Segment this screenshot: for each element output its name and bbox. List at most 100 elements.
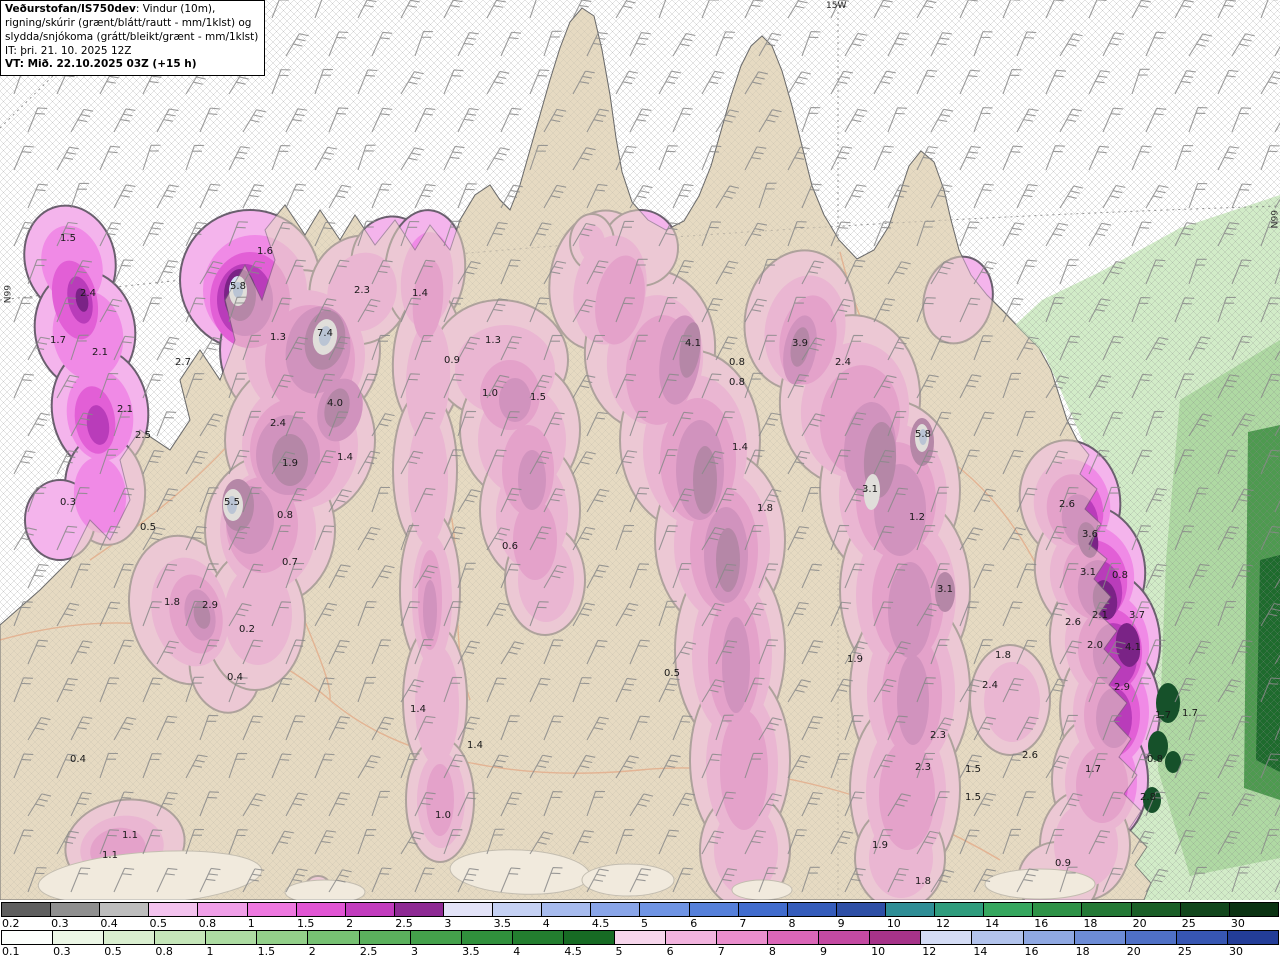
scale-tick-label: 0.3 [53, 945, 71, 958]
svg-text:1.8: 1.8 [164, 597, 180, 608]
scale-segment [197, 903, 247, 916]
scale-segment [1226, 931, 1278, 944]
svg-text:2.0: 2.0 [1087, 640, 1103, 651]
svg-text:3.6: 3.6 [1082, 529, 1098, 540]
scale-segment [1175, 931, 1227, 944]
svg-text:1.1: 1.1 [102, 850, 118, 861]
svg-text:1.3: 1.3 [485, 335, 501, 346]
svg-text:5.8: 5.8 [230, 281, 246, 292]
svg-text:0.8: 0.8 [277, 510, 293, 521]
svg-text:0.8: 0.8 [729, 377, 745, 388]
svg-text:1.4: 1.4 [410, 704, 426, 715]
legend-line-2: rigning/skúrir (grænt/blátt/rautt - mm/1… [5, 16, 252, 29]
legend-init-time: IT: þri. 21. 10. 2025 12Z [5, 44, 132, 57]
scale-segment [492, 903, 542, 916]
scale-segment [639, 903, 689, 916]
product-subtitle: : Vindur (10m), [135, 3, 216, 15]
scale-tick-label: 1.5 [257, 945, 276, 958]
scale-tick-label: 0.4 [100, 917, 118, 930]
scale-tick-label: 0.8 [198, 917, 217, 930]
sleet-colorbar: 0.1 0.3 0.5 0.8 1 1.5 2 2.5 3 3.5 4 4.5 5 6 7 8 9 10 12 14 1… [0, 930, 1280, 958]
svg-text:2.6: 2.6 [1059, 499, 1075, 510]
rain-colorbar-bar [1, 902, 1279, 917]
svg-text:3.1: 3.1 [1080, 567, 1096, 578]
scale-segment [2, 903, 51, 916]
scale-segment [103, 931, 155, 944]
scale-segment [344, 903, 394, 916]
scale-tick-label: 10 [886, 917, 901, 930]
scale-segment [818, 931, 870, 944]
legend-line-3: slydda/snjókoma (grátt/bleikt/grænt - mm… [5, 30, 259, 43]
scale-segment [983, 903, 1033, 916]
svg-text:0.5: 0.5 [664, 668, 680, 679]
svg-text:2.6: 2.6 [1022, 750, 1038, 761]
svg-text:2.5: 2.5 [135, 430, 151, 441]
svg-text:1.4: 1.4 [412, 288, 428, 299]
forecast-map: 1.5 1.6 5.8 2.3 1.4 2.4 1.7 2.1 1.3 7.4 1.3 0.9 2.7 4… [0, 0, 1280, 900]
sleet-colorbar-bar [1, 930, 1279, 945]
svg-text:4.1: 4.1 [685, 338, 701, 349]
svg-text:0.6: 0.6 [502, 541, 518, 552]
scale-tick-label: 14 [985, 917, 1000, 930]
scale-segment [767, 931, 819, 944]
svg-text:1.7: 1.7 [1155, 710, 1171, 721]
scale-tick-label: 9 [837, 917, 845, 930]
scale-segment [99, 903, 149, 916]
scale-tick-label: 7 [739, 917, 747, 930]
svg-text:2.3: 2.3 [354, 285, 370, 296]
weather-forecast-screenshot: 1.5 1.6 5.8 2.3 1.4 2.4 1.7 2.1 1.3 7.4 1.3 0.9 2.7 4… [0, 0, 1280, 958]
scale-tick-label: 2.5 [359, 945, 378, 958]
svg-text:2.3: 2.3 [930, 730, 946, 741]
scale-segment [256, 931, 308, 944]
scale-segment [541, 903, 591, 916]
scale-tick-label: 5 [615, 945, 623, 958]
scale-segment [1081, 903, 1131, 916]
scale-tick-label: 18 [1075, 945, 1090, 958]
scale-tick-label: 3.5 [493, 917, 512, 930]
scale-segment [50, 903, 100, 916]
svg-text:1.3: 1.3 [270, 332, 286, 343]
svg-text:4.1: 4.1 [1125, 642, 1141, 653]
scale-segment [869, 931, 921, 944]
scale-segment [295, 903, 345, 916]
legend-valid-time: VT: Mið. 22.10.2025 03Z (+15 h) [5, 58, 197, 71]
svg-text:0.7: 0.7 [282, 557, 298, 568]
svg-text:2.1: 2.1 [1092, 610, 1108, 621]
scale-tick-label: 1 [247, 917, 255, 930]
product-name: Veðurstofan/IS750dev [5, 3, 136, 15]
svg-text:1.4: 1.4 [467, 740, 483, 751]
svg-text:1.9: 1.9 [282, 458, 298, 469]
svg-text:1.9: 1.9 [847, 654, 863, 665]
svg-text:4.0: 4.0 [327, 398, 343, 409]
scale-segment [786, 903, 836, 916]
svg-text:1.5: 1.5 [530, 392, 546, 403]
scale-segment [737, 903, 787, 916]
scale-segment [307, 931, 359, 944]
scale-tick-label: 25 [1177, 945, 1192, 958]
meridian-label-15w: 15W [826, 1, 847, 11]
scale-segment [460, 931, 512, 944]
scale-tick-label: 7 [717, 945, 725, 958]
rain-colorbar: 0.2 0.3 0.4 0.5 0.8 1 1.5 2 2.5 3 3.5 4 4.5 5 6 7 8 9 10 12… [0, 902, 1280, 930]
svg-text:1.4: 1.4 [732, 442, 748, 453]
scale-segment [716, 931, 768, 944]
svg-text:1.8: 1.8 [995, 650, 1011, 661]
scale-tick-label: 30 [1229, 945, 1243, 958]
svg-text:1.5: 1.5 [60, 233, 76, 244]
scale-tick-label: 12 [922, 945, 937, 958]
scale-tick-label: 0.5 [104, 945, 122, 958]
svg-text:0.3: 0.3 [60, 497, 76, 508]
svg-text:3.9: 3.9 [792, 338, 808, 349]
svg-text:1.9: 1.9 [872, 840, 888, 851]
scale-tick-label: 2 [308, 945, 316, 958]
svg-text:5.5: 5.5 [224, 497, 240, 508]
svg-text:5.8: 5.8 [915, 429, 931, 440]
scale-segment [971, 931, 1023, 944]
scale-tick-label: 14 [973, 945, 988, 958]
scale-tick-label: 0.8 [155, 945, 173, 958]
scale-tick-label: 8 [768, 945, 776, 958]
scale-segment [2, 931, 53, 944]
svg-text:2.1: 2.1 [117, 404, 133, 415]
scale-segment [409, 931, 461, 944]
scale-segment [688, 903, 738, 916]
